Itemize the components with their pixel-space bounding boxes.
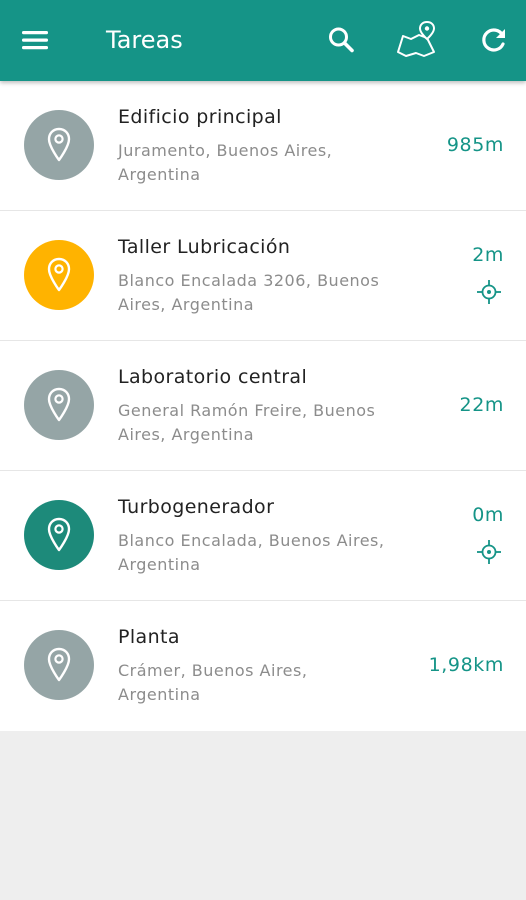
task-name: Edificio principal [118, 106, 282, 128]
app-bar: Tareas [0, 0, 526, 81]
task-distance: 2m [472, 244, 504, 266]
locate-button[interactable] [476, 279, 502, 305]
search-icon [329, 27, 354, 53]
crosshair-icon [477, 540, 501, 564]
task-name: Planta [118, 626, 180, 648]
task-status-avatar [24, 240, 94, 310]
task-row[interactable]: Planta Crámer, Buenos Aires, Argentina 1,9… [0, 601, 526, 731]
locate-button[interactable] [476, 539, 502, 565]
task-distance: 1,98km [428, 654, 504, 676]
task-address: Blanco Encalada 3206, Buenos Aires, Arge… [118, 271, 380, 314]
task-name: Laboratorio central [118, 366, 308, 388]
task-status-avatar [24, 370, 94, 440]
location-pin-icon [47, 257, 71, 292]
task-address: Blanco Encalada, Buenos Aires, Argentina [118, 531, 385, 574]
menu-icon [22, 31, 48, 50]
task-row[interactable]: Turbogenerador Blanco Encalada, Buenos Ai… [0, 471, 526, 601]
map-pin-icon [397, 20, 436, 57]
task-distance: 22m [459, 394, 504, 416]
location-pin-icon [47, 127, 71, 162]
task-distance: 985m [446, 134, 504, 156]
refresh-button[interactable] [474, 20, 514, 60]
task-status-avatar [24, 500, 94, 570]
map-button[interactable] [394, 20, 436, 60]
crosshair-icon [477, 280, 501, 304]
location-pin-icon [47, 387, 71, 422]
task-list: Edificio principal Juramento, Buenos Aire… [0, 81, 526, 731]
refresh-icon [482, 28, 505, 52]
menu-button[interactable] [20, 26, 52, 54]
location-pin-icon [47, 647, 71, 682]
task-address: General Ramón Freire, Buenos Aires, Arge… [118, 401, 376, 444]
search-button[interactable] [322, 20, 362, 60]
task-address: Juramento, Buenos Aires, Argentina [118, 141, 333, 184]
page-title: Tareas [106, 26, 183, 54]
task-address: Crámer, Buenos Aires, Argentina [118, 661, 308, 704]
task-row[interactable]: Edificio principal Juramento, Buenos Aire… [0, 81, 526, 211]
task-name: Turbogenerador [118, 496, 275, 518]
task-distance: 0m [472, 504, 504, 526]
task-status-avatar [24, 630, 94, 700]
task-status-avatar [24, 110, 94, 180]
task-row[interactable]: Taller Lubricación Blanco Encalada 3206, … [0, 211, 526, 341]
location-pin-icon [47, 517, 71, 552]
task-name: Taller Lubricación [118, 236, 291, 258]
task-row[interactable]: Laboratorio central General Ramón Freire,… [0, 341, 526, 471]
